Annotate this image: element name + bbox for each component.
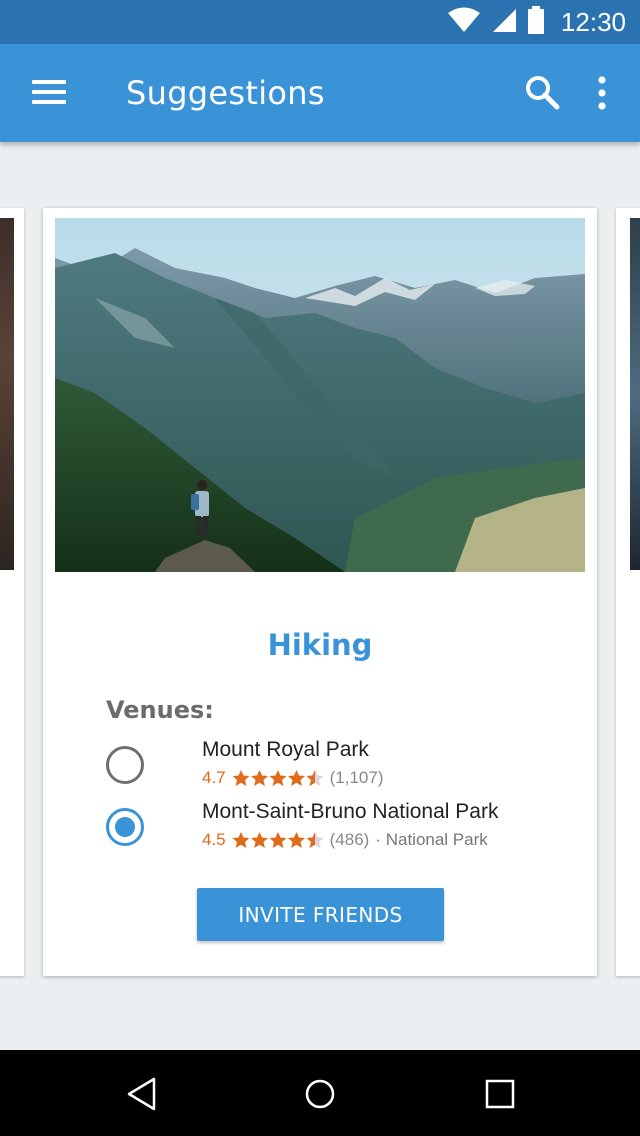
review-count: (486) [329,830,370,849]
suggestion-card: Hiking Venues: Mount Royal Park 4.7 (1,1… [43,208,597,976]
next-card-photo [630,218,640,570]
more-vert-icon[interactable] [592,76,612,110]
radio-button-checked[interactable] [106,808,144,846]
radio-button-unchecked[interactable] [106,746,144,784]
radio-dot [115,817,135,837]
home-icon[interactable] [300,1076,340,1112]
star-rating-icon [232,769,324,787]
venue-meta: 4.5 (486) · National Park [202,830,488,850]
search-icon[interactable] [524,74,560,110]
hiking-photo [55,218,585,572]
app-bar: Suggestions [0,44,640,142]
wifi-icon [447,7,481,38]
recents-icon[interactable] [480,1076,520,1112]
activity-title: Hiking [267,628,373,662]
previous-card[interactable] [0,208,24,976]
navigation-bar [0,1050,640,1136]
hamburger-menu-icon[interactable] [32,80,66,106]
venue-rating: 4.5 [202,830,226,849]
page-title: Suggestions [126,74,325,112]
venues-label: Venues: [106,696,214,724]
review-count: (1,107) [329,768,384,787]
next-card[interactable] [616,208,640,976]
venue-option-mount-royal-park[interactable]: Mount Royal Park 4.7 (1,107) [43,738,597,798]
invite-friends-button[interactable]: INVITE FRIENDS [197,888,444,941]
previous-card-photo [0,218,14,570]
venue-category: · National Park [375,830,488,849]
venue-meta: 4.7 (1,107) [202,768,384,788]
venue-rating: 4.7 [202,768,226,787]
status-time: 12:30 [560,6,626,37]
signal-icon [491,7,517,38]
back-icon[interactable] [124,1076,164,1112]
status-bar: 12:30 [0,0,640,44]
battery-icon [527,5,545,39]
venue-option-mont-saint-bruno[interactable]: Mont-Saint-Bruno National Park 4.5 (486)… [43,800,597,860]
star-rating-icon [232,831,324,849]
venue-name: Mount Royal Park [202,738,369,761]
venue-name: Mont-Saint-Bruno National Park [202,800,499,823]
